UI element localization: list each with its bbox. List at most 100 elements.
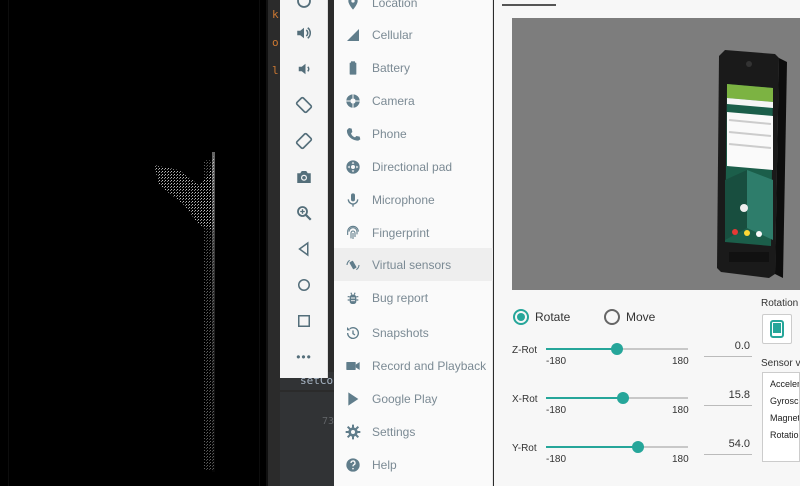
move-radio-label: Move [626, 310, 656, 324]
power-icon [297, 0, 311, 8]
rotation-label: Rotation [761, 298, 799, 309]
slider-max: 180 [672, 356, 689, 367]
y-rot-slider-row: Y-Rot -180 180 54.0 [504, 436, 754, 476]
nav-item-label: Directional pad [372, 159, 453, 174]
y-rot-slider[interactable] [546, 441, 688, 453]
nav-item-settings[interactable]: Settings [334, 415, 493, 448]
slider-thumb[interactable] [617, 392, 630, 404]
value-underline [704, 454, 752, 455]
z-rot-value-field[interactable]: 0.0 [700, 340, 750, 352]
nav-item-label: Battery [372, 60, 411, 75]
slider-fill [546, 446, 639, 448]
location-pin-icon [348, 0, 358, 10]
nav-item-label: Camera [372, 93, 415, 108]
more-icon: ••• [296, 350, 312, 364]
z-rot-slider[interactable] [546, 343, 688, 355]
volume-down-button[interactable] [280, 52, 328, 86]
sensor-value-row: Gyrosc [770, 396, 799, 406]
nav-item-label: Snapshots [372, 325, 429, 340]
sensor-value-row: Acceler [770, 379, 800, 389]
nav-item-cellular[interactable]: Cellular [334, 18, 493, 51]
x-rot-slider-row: X-Rot -180 180 15.8 [504, 387, 754, 427]
slider-name: Y-Rot [512, 443, 537, 454]
back-icon [298, 241, 309, 257]
zoom-in-icon [297, 206, 312, 221]
nav-item-location[interactable]: Location [334, 0, 493, 19]
sensor-value-row: Magnet [770, 413, 800, 423]
history-icon [346, 326, 359, 339]
nav-item-label: Bug report [372, 290, 429, 305]
rotate-left-icon [295, 96, 313, 114]
nav-item-battery[interactable]: Battery [334, 51, 493, 84]
rotation-sensor-icon [346, 259, 360, 270]
tab-device-pose-indicator[interactable] [502, 4, 556, 6]
rotate-right-button[interactable] [280, 124, 328, 158]
volume-up-button[interactable] [280, 16, 328, 50]
emulator-toolbar: ••• [280, 0, 328, 378]
screenshot-button[interactable] [280, 160, 328, 194]
move-radio[interactable]: Move [604, 309, 655, 325]
nav-item-camera[interactable]: Camera [334, 84, 493, 117]
radio-indicator [604, 309, 620, 325]
nav-item-microphone[interactable]: Microphone [334, 183, 493, 216]
gear-icon [345, 424, 361, 439]
nav-item-label: Help [372, 457, 397, 472]
nav-item-record-and-playback[interactable]: Record and Playback [334, 349, 493, 382]
rotate-left-button[interactable] [280, 88, 328, 122]
nav-item-label: Virtual sensors [372, 257, 452, 272]
nav-item-fingerprint[interactable]: Fingerprint [334, 216, 493, 249]
overview-icon [298, 315, 310, 327]
battery-icon [349, 60, 357, 75]
nav-item-label: Microphone [372, 192, 435, 207]
nav-item-bug-report[interactable]: Bug report [334, 281, 493, 314]
nav-item-directional-pad[interactable]: Directional pad [334, 150, 493, 183]
rotate-radio[interactable]: Rotate [513, 309, 570, 325]
extended-controls-nav: Location Cellular Battery Camera Phone D… [334, 0, 493, 486]
screen-noise-graphic [154, 152, 215, 472]
home-icon [298, 279, 310, 291]
emulator-screen[interactable] [0, 0, 268, 486]
phone-portrait-icon [770, 320, 784, 338]
slider-thumb[interactable] [611, 343, 623, 355]
nav-item-label: Location [372, 0, 418, 10]
dpad-icon [346, 159, 360, 174]
y-rot-value-field[interactable]: 54.0 [700, 438, 750, 450]
camera-aperture-icon [346, 93, 360, 108]
more-button[interactable]: ••• [280, 340, 328, 374]
overview-button[interactable] [280, 304, 328, 338]
device-pose-preview[interactable] [512, 18, 800, 290]
home-button[interactable] [280, 268, 328, 302]
nav-item-google-play[interactable]: Google Play [334, 382, 493, 415]
nav-item-phone[interactable]: Phone [334, 117, 493, 150]
device-display[interactable] [8, 0, 260, 486]
rotation-portrait-button[interactable] [762, 314, 792, 344]
nav-item-help[interactable]: Help [334, 448, 493, 481]
code-gutter [280, 392, 334, 486]
bug-icon [347, 291, 359, 304]
nav-item-virtual-sensors[interactable]: Virtual sensors [334, 248, 493, 281]
sensor-values-label: Sensor va [761, 358, 800, 369]
x-rot-value-field[interactable]: 15.8 [700, 389, 750, 401]
code-fragment: l [272, 64, 279, 77]
slider-name: X-Rot [512, 394, 538, 405]
radio-selected-indicator [513, 309, 529, 325]
zoom-button[interactable] [280, 196, 328, 230]
emulator-workspace: k o l setCon 73 [0, 0, 800, 486]
slider-fill [546, 397, 624, 399]
nav-item-snapshots[interactable]: Snapshots [334, 316, 493, 349]
microphone-icon [347, 192, 359, 207]
x-rot-slider[interactable] [546, 392, 688, 404]
sensor-values-list: Acceler Gyrosc Magnet Rotatio [762, 372, 800, 462]
nav-item-label: Fingerprint [372, 225, 430, 240]
value-underline [704, 405, 752, 406]
volume-up-icon [297, 27, 311, 39]
nav-item-label: Google Play [372, 391, 438, 406]
code-fragment: o [272, 36, 279, 49]
camera-icon [297, 171, 311, 183]
volume-down-icon [298, 63, 310, 75]
nav-item-label: Cellular [372, 27, 413, 42]
back-button[interactable] [280, 232, 328, 266]
slider-thumb[interactable] [632, 441, 645, 453]
value-underline [704, 356, 752, 357]
video-icon [346, 361, 360, 370]
